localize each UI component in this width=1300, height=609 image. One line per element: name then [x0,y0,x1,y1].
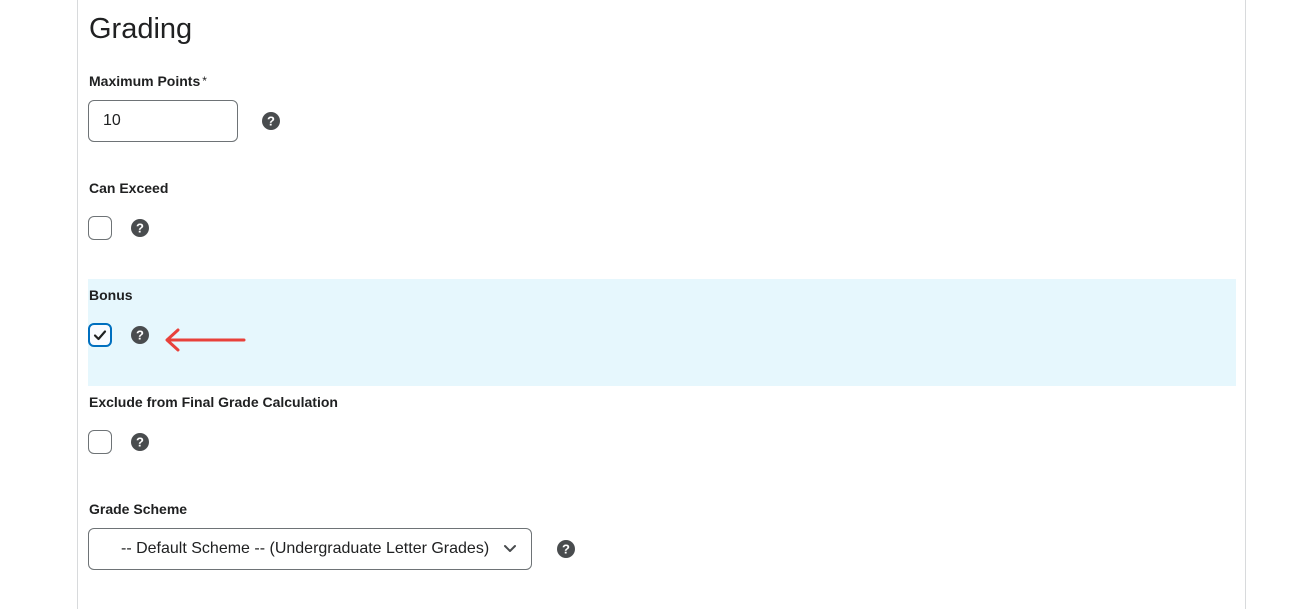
grade-scheme-label: Grade Scheme [89,501,188,517]
checkmark-icon [93,330,107,341]
bonus-highlight [88,279,1236,386]
help-icon-exclude[interactable]: ? [131,433,149,451]
help-icon-can-exceed[interactable]: ? [131,219,149,237]
chevron-down-icon [504,545,516,552]
exclude-checkbox[interactable] [88,430,112,454]
svg-text:?: ? [267,114,275,129]
bonus-label: Bonus [89,287,133,303]
help-icon-max-points[interactable]: ? [262,112,280,130]
can-exceed-label: Can Exceed [89,180,169,196]
can-exceed-checkbox[interactable] [88,216,112,240]
max-points-label-text: Maximum Points [89,73,201,89]
svg-text:?: ? [136,435,144,450]
required-marker: * [202,74,207,88]
grade-scheme-select[interactable]: -- Default Scheme -- (Undergraduate Lett… [88,528,532,570]
exclude-label: Exclude from Final Grade Calculation [89,394,338,410]
svg-text:?: ? [562,542,570,557]
max-points-label: Maximum Points * [89,72,207,90]
section-title: Grading [89,13,193,45]
grading-page: Grading Maximum Points* ? Can Exceed ? B… [0,0,1300,609]
help-icon-grade-scheme[interactable]: ? [557,540,575,558]
arrow-left-icon [165,328,246,352]
svg-text:?: ? [136,328,144,343]
help-icon-bonus[interactable]: ? [131,326,149,344]
grade-scheme-selected: -- Default Scheme -- (Undergraduate Lett… [121,540,490,557]
max-points-input[interactable] [88,100,238,142]
svg-text:?: ? [136,221,144,236]
bonus-checkbox[interactable] [88,323,112,347]
